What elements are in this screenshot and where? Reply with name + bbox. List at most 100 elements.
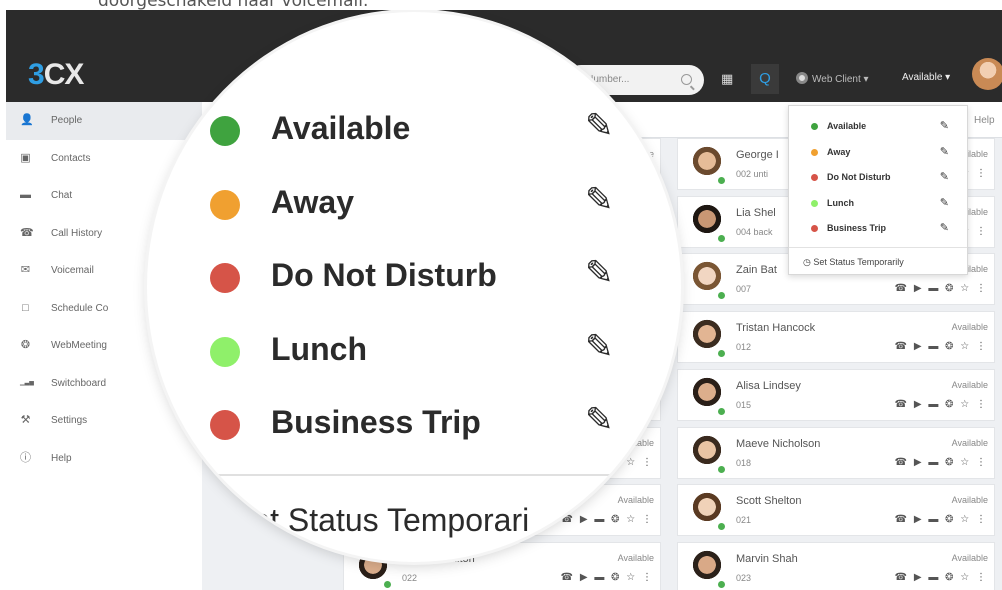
contact-actions[interactable]: ☎ ▶ ▬ ❂ ☆ ⋮	[895, 457, 988, 468]
contact-card[interactable]: Scott Shelton 021 Available ☎ ▶ ▬ ❂ ☆ ⋮	[677, 484, 995, 537]
presence-dot	[383, 579, 392, 589]
contact-actions[interactable]: ☎ ▶ ▬ ❂ ☆ ⋮	[561, 514, 654, 525]
contact-name: Scott Shelton	[736, 495, 802, 508]
chat-icon: ▬	[20, 189, 31, 201]
contact-name: Zain Bat	[736, 264, 777, 277]
contact-card[interactable]: Tristan Hancock 012 Available ☎ ▶ ▬ ❂ ☆ ⋮	[677, 311, 995, 364]
contact-actions[interactable]: ☎ ▶ ▬ ❂ ☆ ⋮	[561, 572, 654, 583]
status-option-label: Away	[827, 146, 851, 157]
clock-icon: ◷	[803, 256, 814, 267]
magnified-status-label: Available	[271, 110, 411, 146]
sidebar-item-label: Contacts	[51, 152, 91, 164]
contact-status: Available	[951, 437, 988, 448]
divider	[207, 474, 627, 476]
status-dropdown-toggle[interactable]: Available ▾	[902, 72, 950, 83]
search-icon[interactable]	[681, 74, 692, 85]
web-client-dropdown[interactable]: Web Client ▾	[796, 72, 869, 85]
magnified-status-label: Lunch	[271, 330, 367, 367]
wrench-icon: ⚒	[20, 414, 31, 426]
caption-text: doorgeschakeld naar voicemail.	[98, 0, 369, 10]
edit-icon[interactable]: ✎	[940, 114, 949, 140]
voicemail-icon: ✉	[20, 264, 31, 276]
info-icon: ⓘ	[20, 451, 31, 464]
magnified-status-menu: Available ✎ Away ✎ Do Not Disturb ✎ Lunch ✎ Busi…	[147, 12, 681, 562]
contact-extension: 022	[402, 572, 418, 583]
presence-dot	[717, 233, 726, 243]
presence-dot	[717, 406, 726, 416]
contact-status: Available	[951, 322, 988, 333]
status-option-do-not-disturb[interactable]: Do Not Disturb ✎	[789, 165, 967, 191]
q-button[interactable]: Q	[751, 64, 779, 94]
sidebar-item-label: Schedule Co	[51, 302, 109, 314]
edit-icon[interactable]: ✎	[940, 140, 949, 166]
edit-icon[interactable]: ✎	[585, 180, 614, 220]
sidebar-item-label: Switchboard	[51, 377, 107, 389]
edit-icon[interactable]: ✎	[585, 253, 614, 293]
contact-extension: 018	[736, 457, 752, 468]
sidebar-item-label: Chat	[51, 190, 73, 201]
status-option-label: Business Trip	[827, 223, 887, 233]
contact-actions[interactable]: ☎ ▶ ▬ ❂ ☆ ⋮	[895, 341, 988, 352]
status-option-label: Lunch	[827, 197, 854, 208]
edit-icon[interactable]: ✎	[585, 106, 614, 146]
status-menu: Available ✎ Away ✎ Do Not Disturb ✎ Lunch ✎ Busi…	[788, 105, 968, 275]
help-link[interactable]: Help	[974, 115, 995, 126]
contact-card[interactable]: Maeve Nicholson 018 Available ☎ ▶ ▬ ❂ ☆ ⋮	[677, 426, 995, 479]
magnified-status-away[interactable]: Away ✎	[147, 168, 681, 240]
logo: 3CX	[28, 58, 84, 91]
edit-icon[interactable]: ✎	[585, 400, 614, 440]
presence-dot	[717, 291, 726, 301]
contact-card[interactable]: Alisa Lindsey 015 Available ☎ ▶ ▬ ❂ ☆ ⋮	[677, 368, 995, 421]
status-option-business-trip[interactable]: Business Trip ✎	[789, 216, 967, 242]
magnified-status-lunch[interactable]: Lunch ✎	[147, 315, 681, 387]
sidebar-item-label: Help	[51, 452, 72, 464]
status-option-available[interactable]: Available ✎	[789, 114, 967, 140]
presence-dot	[717, 522, 726, 532]
edit-icon[interactable]: ✎	[940, 191, 949, 217]
contact-name: Tristan Hancock	[736, 322, 816, 335]
contact-extension: 007	[736, 284, 752, 295]
contact-actions[interactable]: ☎ ▶ ▬ ❂ ☆ ⋮	[895, 514, 988, 525]
status-dot	[210, 116, 240, 146]
presence-dot	[717, 579, 726, 589]
status-option-away[interactable]: Away ✎	[789, 140, 967, 166]
status-option-label: Available	[827, 121, 867, 131]
contact-actions[interactable]: ☎ ▶ ▬ ❂ ☆ ⋮	[895, 572, 988, 583]
contact-status: Available	[951, 552, 988, 563]
edit-icon[interactable]: ✎	[585, 327, 614, 367]
set-status-temporarily[interactable]: ◷ Set Status Temporarily	[789, 248, 967, 276]
status-dot	[210, 189, 240, 220]
presence-dot	[717, 176, 726, 185]
status-dot	[811, 225, 818, 232]
user-avatar[interactable]	[972, 58, 1002, 90]
contact-name: Maeve Nicholson	[736, 437, 821, 450]
chart-icon: ▁▃▅	[20, 379, 34, 386]
contact-card[interactable]: Marvin Shah 023 Available ☎ ▶ ▬ ❂ ☆ ⋮	[677, 541, 995, 590]
magnified-status-do-not-disturb[interactable]: Do Not Disturb ✎	[147, 241, 681, 313]
webmeeting-icon: ❂	[20, 339, 31, 351]
status-option-lunch[interactable]: Lunch ✎	[789, 191, 967, 217]
contact-name: Alisa Lindsey	[736, 379, 801, 392]
magnified-status-available[interactable]: Available ✎	[147, 94, 681, 166]
edit-icon[interactable]: ✎	[940, 216, 949, 242]
set-status-temporarily-label: Set Status Temporarily	[813, 256, 904, 267]
contact-extension: 004 back	[736, 226, 773, 237]
edit-icon[interactable]: ✎	[940, 165, 949, 191]
status-dot	[210, 263, 240, 293]
contact-extension: 002 unti	[736, 169, 769, 179]
contact-name: Marvin Shah	[736, 552, 798, 565]
magnified-status-business-trip[interactable]: Business Trip ✎	[147, 388, 681, 460]
dialpad-icon[interactable]: ▦	[721, 71, 733, 87]
sidebar-item-label: Voicemail	[51, 265, 94, 276]
caption-strip: doorgeschakeld naar voicemail.	[0, 0, 1002, 10]
contact-name: Lia Shel	[736, 206, 776, 219]
contacts-icon: ▣	[20, 151, 31, 164]
contact-actions[interactable]: ☎ ▶ ▬ ❂ ☆ ⋮	[895, 283, 988, 294]
status-dot	[210, 336, 240, 367]
magnified-status-label: Do Not Disturb	[271, 257, 497, 293]
contact-actions[interactable]: ☎ ▶ ▬ ❂ ☆ ⋮	[895, 399, 988, 410]
contact-status: Available	[951, 495, 988, 506]
status-option-label: Do Not Disturb	[827, 172, 891, 182]
status-dot	[811, 174, 818, 181]
magnified-set-status-temporarily[interactable]: Set Status Temporari	[231, 502, 529, 539]
